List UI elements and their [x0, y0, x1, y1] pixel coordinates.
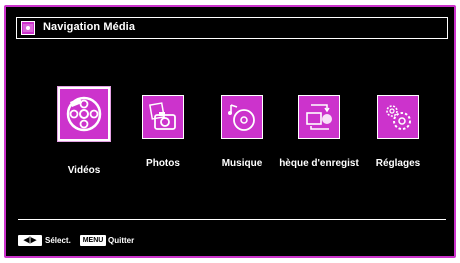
menu-label-photos: Photos — [146, 158, 180, 169]
menu-item-settings[interactable] — [377, 95, 419, 139]
menu-label-recordings: hèque d'enregist — [279, 158, 359, 169]
quit-hint: Quitter — [108, 236, 135, 245]
media-browser-screen: Navigation Média Vidéos Photos Musique h… — [4, 5, 456, 258]
select-hint: Sélect. — [45, 236, 71, 245]
media-folder-icon — [21, 21, 35, 35]
menu-key-icon: MENU — [80, 235, 106, 246]
menu-label-settings: Réglages — [375, 158, 421, 169]
menu-label-videos: Vidéos — [67, 165, 101, 176]
menu-item-recordings[interactable] — [298, 95, 340, 139]
gears-icon — [386, 105, 411, 130]
film-reel-icon — [66, 96, 102, 132]
menu-item-photos[interactable] — [142, 95, 184, 139]
camera-photo-icon — [149, 102, 176, 130]
music-disc-icon — [228, 104, 255, 131]
recordings-icon — [306, 104, 332, 130]
title-bar: Navigation Média — [16, 17, 448, 39]
menu-item-videos[interactable] — [58, 87, 110, 141]
page-title: Navigation Média — [43, 21, 136, 33]
left-right-key-icon: ◀|▶ — [18, 235, 42, 246]
footer-divider — [18, 219, 446, 220]
menu-item-music[interactable] — [221, 95, 263, 139]
